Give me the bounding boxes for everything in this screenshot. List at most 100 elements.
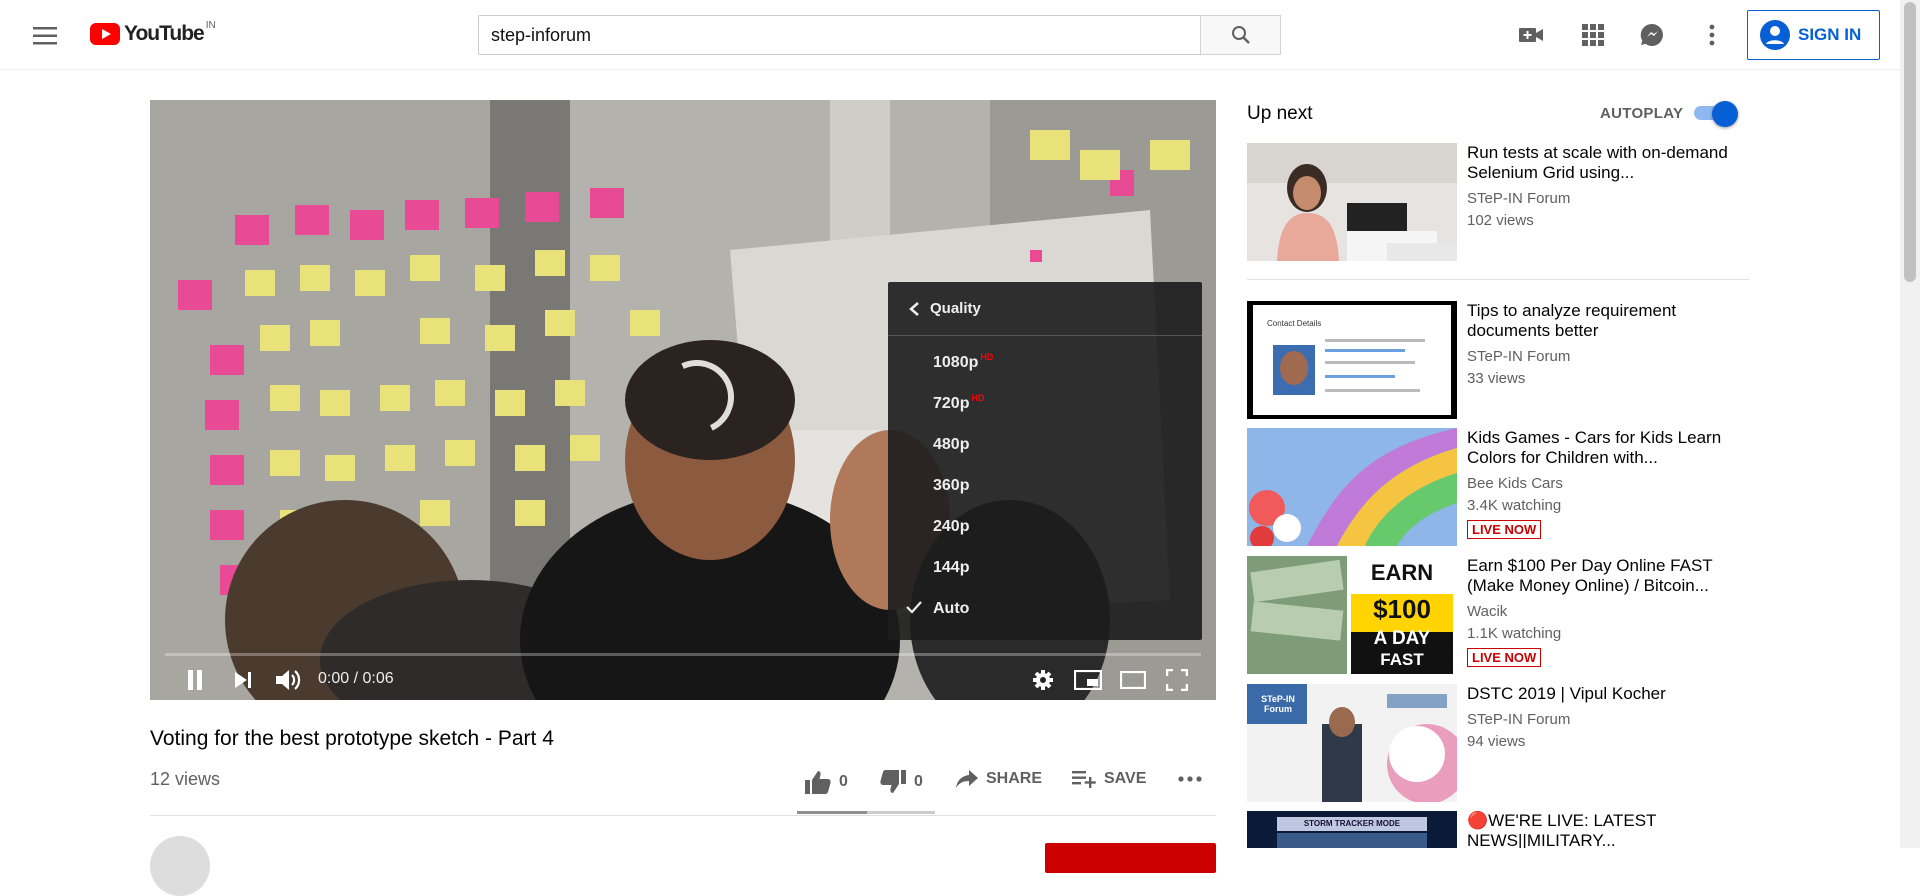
volume-button[interactable] [272, 665, 306, 695]
theater-mode-button[interactable] [1117, 665, 1149, 695]
skip-next-icon [235, 672, 251, 688]
settings-button[interactable] [1028, 665, 1058, 695]
quality-label: 360p [933, 476, 970, 494]
hd-badge: HD [980, 351, 994, 362]
like-button[interactable]: 0 [805, 770, 848, 794]
video-thumbnail [1247, 143, 1457, 261]
pause-button[interactable] [180, 665, 210, 695]
quality-menu-title: Quality [930, 300, 981, 317]
recommendation-meta: 102 views [1467, 212, 1534, 229]
quality-label: Auto [933, 599, 970, 617]
channel-avatar[interactable] [150, 836, 210, 896]
quality-label: 480p [933, 435, 970, 453]
miniplayer-icon [1074, 670, 1102, 690]
recommendation-item[interactable]: EARN $100 A DAY FAST Earn $100 Per Day O… [1247, 556, 1749, 674]
quality-menu-back[interactable]: Quality [888, 282, 1202, 336]
search-button[interactable] [1200, 15, 1281, 55]
recommendation-item[interactable]: STeP-IN Forum DSTC 2019 | Vipul Kocher S… [1247, 684, 1749, 802]
quality-label: 240p [933, 517, 970, 535]
progress-bar[interactable] [165, 653, 1201, 656]
recommendation-channel: Bee Kids Cars [1467, 475, 1563, 492]
country-code: IN [205, 19, 216, 31]
video-thumbnail [1247, 428, 1457, 546]
fullscreen-icon [1166, 669, 1188, 691]
video-thumbnail: STeP-IN Forum [1247, 684, 1457, 802]
page-scrollbar[interactable] [1900, 0, 1920, 848]
video-thumbnail: EARN $100 A DAY FAST [1247, 556, 1457, 674]
account-icon [1760, 20, 1790, 50]
recommendation-meta: 94 views [1467, 733, 1526, 750]
video-title: Voting for the best prototype sketch - P… [150, 727, 554, 750]
recommendation-meta: 33 views [1467, 370, 1526, 387]
quality-label: 144p [933, 558, 970, 576]
divider [150, 815, 1216, 816]
chevron-left-icon [909, 301, 919, 316]
recommendation-title: 🔴WE'RE LIVE: LATEST NEWS||MILITARY... [1467, 811, 1657, 848]
thumbnail-text: FAST [1380, 650, 1424, 669]
recommendation-item[interactable]: STORM TRACKER MODE 🔴WE'RE LIVE: LATEST N… [1247, 811, 1749, 848]
recommendation-title: Tips to analyze requirement documents be… [1467, 301, 1677, 340]
menu-icon[interactable] [28, 22, 62, 50]
thumbnail-text: $100 [1373, 594, 1431, 624]
recommendation-title: DSTC 2019 | Vipul Kocher [1467, 684, 1666, 703]
quality-option-480p[interactable]: 480p [888, 424, 1202, 465]
quality-option-720p[interactable]: 720p HD [888, 383, 1202, 424]
masthead: YouTube IN SIGN IN [0, 0, 1900, 70]
messages-icon[interactable] [1637, 20, 1667, 50]
section-divider [1247, 279, 1749, 280]
share-label: SHARE [986, 770, 1043, 787]
like-count: 0 [839, 773, 848, 790]
more-actions-button[interactable] [1178, 776, 1202, 782]
live-now-badge: LIVE NOW [1467, 520, 1542, 539]
theater-mode-icon [1120, 671, 1146, 689]
autoplay-label: AUTOPLAY [1600, 105, 1684, 122]
share-icon [956, 770, 978, 788]
time-display: 0:00 / 0:06 [318, 670, 394, 687]
save-label: SAVE [1104, 770, 1147, 787]
recommendation-channel: STeP-IN Forum [1467, 711, 1571, 728]
recommendation-item[interactable]: Run tests at scale with on-demand Seleni… [1247, 143, 1749, 261]
save-button[interactable]: SAVE [1072, 770, 1146, 788]
sign-in-button[interactable]: SIGN IN [1747, 10, 1880, 60]
sentiment-bar [797, 811, 935, 814]
next-button[interactable] [228, 665, 258, 695]
create-video-icon[interactable] [1516, 20, 1546, 50]
logo-text: YouTube [124, 22, 205, 45]
scrollbar-thumb[interactable] [1904, 2, 1916, 282]
apps-grid-icon[interactable] [1578, 20, 1608, 50]
recommendation-channel: STeP-IN Forum [1467, 348, 1571, 365]
gear-icon [1033, 670, 1053, 690]
miniplayer-button[interactable] [1072, 665, 1104, 695]
quality-label: 1080p [933, 353, 979, 371]
recommendation-title: Kids Games - Cars for Kids Learn Colors … [1467, 428, 1722, 467]
search-icon [1231, 26, 1250, 44]
thumbnail-text: STORM TRACKER MODE [1277, 817, 1427, 831]
autoplay-toggle[interactable] [1694, 101, 1740, 127]
quality-label: 720p [933, 394, 970, 412]
recommendation-meta: 1.1K watching [1467, 625, 1562, 642]
youtube-logo[interactable]: YouTube IN [90, 19, 216, 46]
video-thumbnail: STORM TRACKER MODE [1247, 811, 1457, 848]
quality-option-360p[interactable]: 360p [888, 465, 1202, 506]
search-input[interactable] [478, 15, 1200, 55]
thumbs-up-icon [805, 771, 831, 794]
live-now-badge: LIVE NOW [1467, 648, 1542, 667]
share-button[interactable]: SHARE [956, 770, 1042, 788]
more-vert-icon[interactable] [1697, 20, 1727, 50]
recommendation-item[interactable]: Contact Details Tips to analyze requirem… [1247, 301, 1749, 419]
dislike-button[interactable]: 0 [880, 770, 923, 794]
video-thumbnail: Contact Details [1247, 301, 1457, 419]
more-horiz-icon [1178, 776, 1202, 782]
recommendation-item[interactable]: Kids Games - Cars for Kids Learn Colors … [1247, 428, 1749, 546]
video-player[interactable]: Quality 1080p HD 720p HD 480p 360p 240p 14… [150, 100, 1216, 700]
recommendation-meta: 3.4K watching [1467, 497, 1562, 514]
quality-option-1080p[interactable]: 1080p HD [888, 342, 1202, 383]
dislike-count: 0 [914, 773, 923, 790]
recommendation-title: Run tests at scale with on-demand Seleni… [1467, 143, 1728, 182]
thumbnail-text: EARN [1370, 560, 1434, 585]
quality-option-144p[interactable]: 144p [888, 547, 1202, 588]
quality-option-240p[interactable]: 240p [888, 506, 1202, 547]
quality-option-auto[interactable]: Auto [888, 588, 1202, 629]
playlist-add-icon [1072, 771, 1096, 788]
fullscreen-button[interactable] [1161, 665, 1193, 695]
